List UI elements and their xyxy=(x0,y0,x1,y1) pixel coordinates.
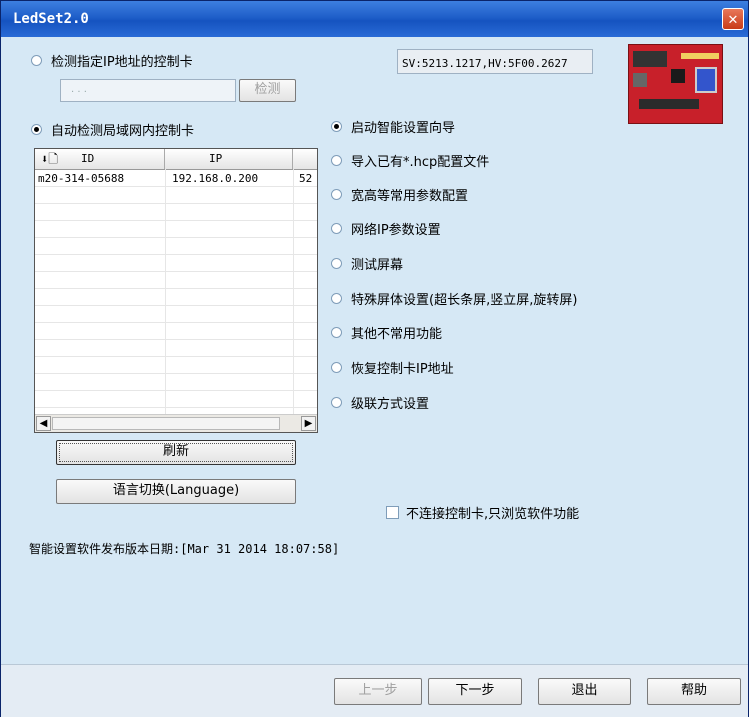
footer-bar: 上一步 下一步 退出 帮助 xyxy=(1,664,748,717)
option-cascade[interactable]: 级联方式设置 xyxy=(351,393,429,412)
option-smart-wizard-radio[interactable] xyxy=(331,121,342,132)
option-common-params-radio[interactable] xyxy=(331,189,342,200)
option-test-screen[interactable]: 测试屏幕 xyxy=(351,254,403,273)
prev-button[interactable]: 上一步 xyxy=(334,678,422,705)
option-special-screen[interactable]: 特殊屏体设置(超长条屏,竖立屏,旋转屏) xyxy=(351,289,577,308)
option-other-functions[interactable]: 其他不常用功能 xyxy=(351,323,442,342)
detect-button[interactable]: 检测 xyxy=(239,79,296,102)
option-special-screen-radio[interactable] xyxy=(331,293,342,304)
cell-ip: 192.168.0.200 xyxy=(172,172,259,185)
option-import-hcp[interactable]: 导入已有*.hcp配置文件 xyxy=(351,151,489,170)
offline-checkbox[interactable] xyxy=(386,506,399,519)
scroll-right-icon[interactable]: ▶ xyxy=(301,416,316,431)
ledset-window: LedSet2.0 ✕ 检测指定IP地址的控制卡 . . . 检测 SV:521… xyxy=(0,0,749,717)
column-id[interactable]: ⬇🗋 ID xyxy=(35,149,165,169)
option-other-functions-radio[interactable] xyxy=(331,327,342,338)
auto-detect-label: 自动检测局域网内控制卡 xyxy=(51,124,195,139)
detect-ip-label: 检测指定IP地址的控制卡 xyxy=(51,55,193,70)
offline-checkbox-label[interactable]: 不连接控制卡,只浏览软件功能 xyxy=(406,503,579,522)
scroll-thumb[interactable] xyxy=(52,417,280,430)
radio-detect-ip[interactable] xyxy=(31,55,42,66)
column-ip[interactable]: IP xyxy=(165,149,293,169)
option-smart-wizard[interactable]: 启动智能设置向导 xyxy=(351,117,455,136)
scroll-left-icon[interactable]: ◀ xyxy=(36,416,51,431)
device-list[interactable]: ⬇🗋 ID IP m20-314-05688 192.168.0.200 52 xyxy=(34,148,318,433)
close-icon[interactable]: ✕ xyxy=(722,8,744,30)
control-card-image xyxy=(628,44,723,124)
column-extra[interactable] xyxy=(293,149,317,169)
option-restore-ip-radio[interactable] xyxy=(331,362,342,373)
refresh-button[interactable]: 刷新 xyxy=(56,440,296,465)
window-title: LedSet2.0 xyxy=(13,11,89,27)
next-button[interactable]: 下一步 xyxy=(428,678,522,705)
option-network-ip-radio[interactable] xyxy=(331,223,342,234)
exit-button[interactable]: 退出 xyxy=(538,678,631,705)
option-network-ip[interactable]: 网络IP参数设置 xyxy=(351,219,441,238)
option-restore-ip[interactable]: 恢复控制卡IP地址 xyxy=(351,358,454,377)
list-header: ⬇🗋 ID IP xyxy=(35,149,317,170)
cell-id: m20-314-05688 xyxy=(38,172,125,185)
option-test-screen-radio[interactable] xyxy=(331,258,342,269)
version-display: SV:5213.1217,HV:5F00.2627 xyxy=(397,49,593,74)
table-row[interactable]: m20-314-05688 192.168.0.200 52 xyxy=(35,170,317,187)
title-bar[interactable]: LedSet2.0 ✕ xyxy=(1,1,748,37)
language-button[interactable]: 语言切换(Language) xyxy=(56,479,296,504)
option-common-params[interactable]: 宽高等常用参数配置 xyxy=(351,185,468,204)
cell-extra: 52 xyxy=(299,172,313,185)
ip-address-input[interactable]: . . . xyxy=(60,79,236,102)
help-button[interactable]: 帮助 xyxy=(647,678,741,705)
option-cascade-radio[interactable] xyxy=(331,397,342,408)
release-date: 智能设置软件发布版本日期:[Mar 31 2014 18:07:58] xyxy=(29,542,340,556)
horizontal-scrollbar[interactable]: ◀ ▶ xyxy=(35,414,317,432)
sort-icon: ⬇🗋 xyxy=(41,152,58,166)
option-import-hcp-radio[interactable] xyxy=(331,155,342,166)
radio-auto-detect[interactable] xyxy=(31,124,42,135)
